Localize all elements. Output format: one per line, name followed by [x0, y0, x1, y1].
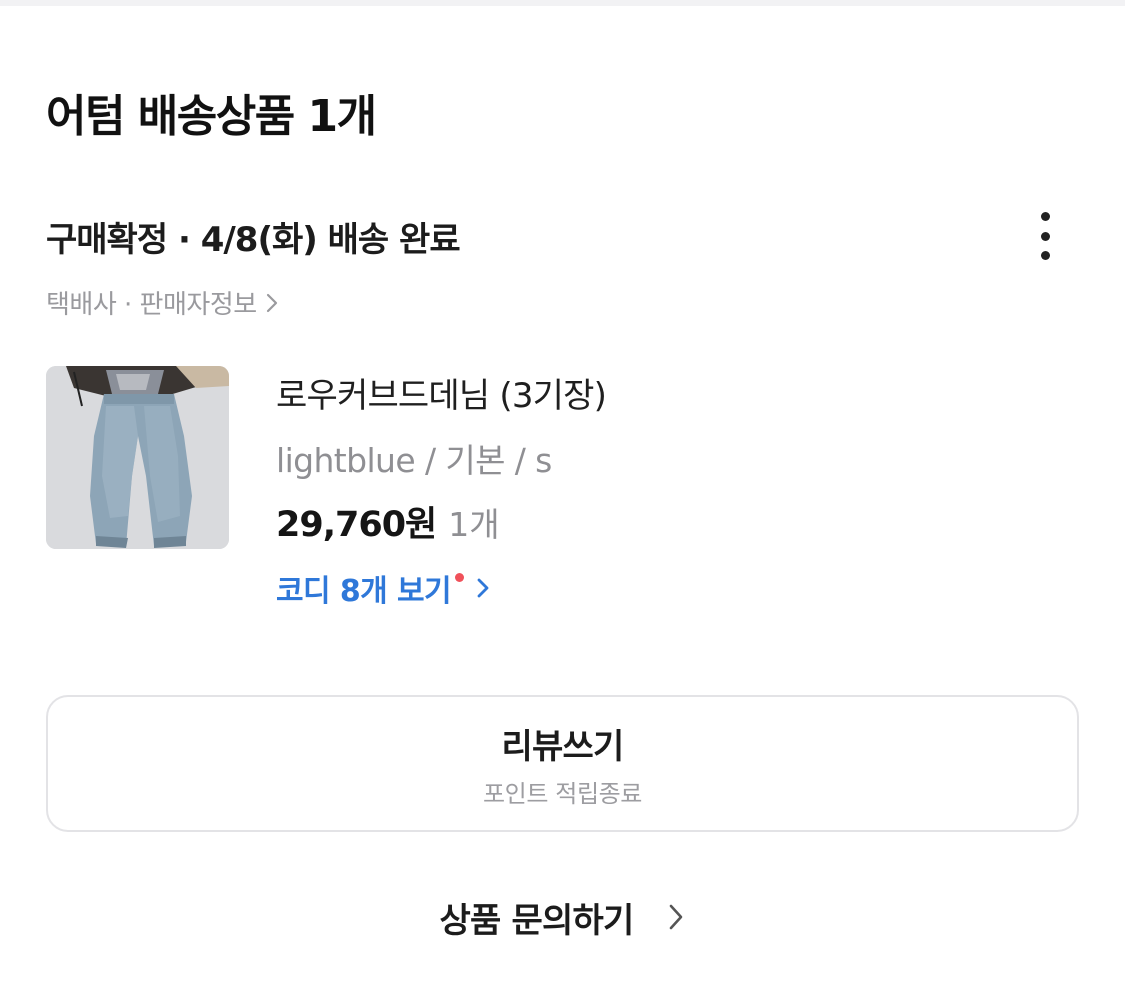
more-vertical-icon-dot: [1040, 231, 1050, 241]
section-title: 어텀 배송상품 1개: [46, 91, 377, 142]
review-point-note: 포인트 적립종료: [483, 779, 642, 808]
chevron-right-icon: [477, 578, 489, 598]
more-vertical-icon: [1040, 212, 1050, 221]
order-status: 구매확정 · 4/8(화) 배송 완료: [46, 220, 461, 260]
view-coordi-link[interactable]: 코디 8개 보기: [276, 566, 490, 610]
product-price: 29,760원: [276, 505, 437, 545]
seller-info-link[interactable]: 택배사 · 판매자정보: [46, 284, 279, 321]
product-inquiry-button[interactable]: 상품 문의하기: [0, 892, 1125, 942]
more-vertical-icon-dot: [1040, 251, 1050, 260]
view-coordi-label: 코디 8개 보기: [276, 574, 452, 609]
write-review-button[interactable]: 리뷰쓰기 포인트 적립종료: [46, 695, 1079, 832]
product-option: lightblue / 기본 / s: [276, 441, 552, 480]
write-review-label: 리뷰쓰기: [501, 726, 625, 767]
product-name[interactable]: 로우커브드데님 (3기장): [276, 368, 607, 417]
chevron-right-icon: [670, 904, 683, 930]
more-options-button[interactable]: [1024, 206, 1066, 266]
new-badge-dot: [454, 572, 464, 582]
chevron-right-icon: [266, 293, 277, 312]
product-inquiry-label: 상품 문의하기: [439, 900, 635, 941]
price-row: 29,760원 1개: [276, 496, 500, 547]
product-quantity: 1개: [448, 505, 500, 544]
product-thumbnail[interactable]: [46, 366, 229, 549]
top-divider: [0, 0, 1125, 6]
seller-info-label: 택배사 · 판매자정보: [46, 290, 257, 320]
denim-pants-photo: [46, 366, 229, 549]
